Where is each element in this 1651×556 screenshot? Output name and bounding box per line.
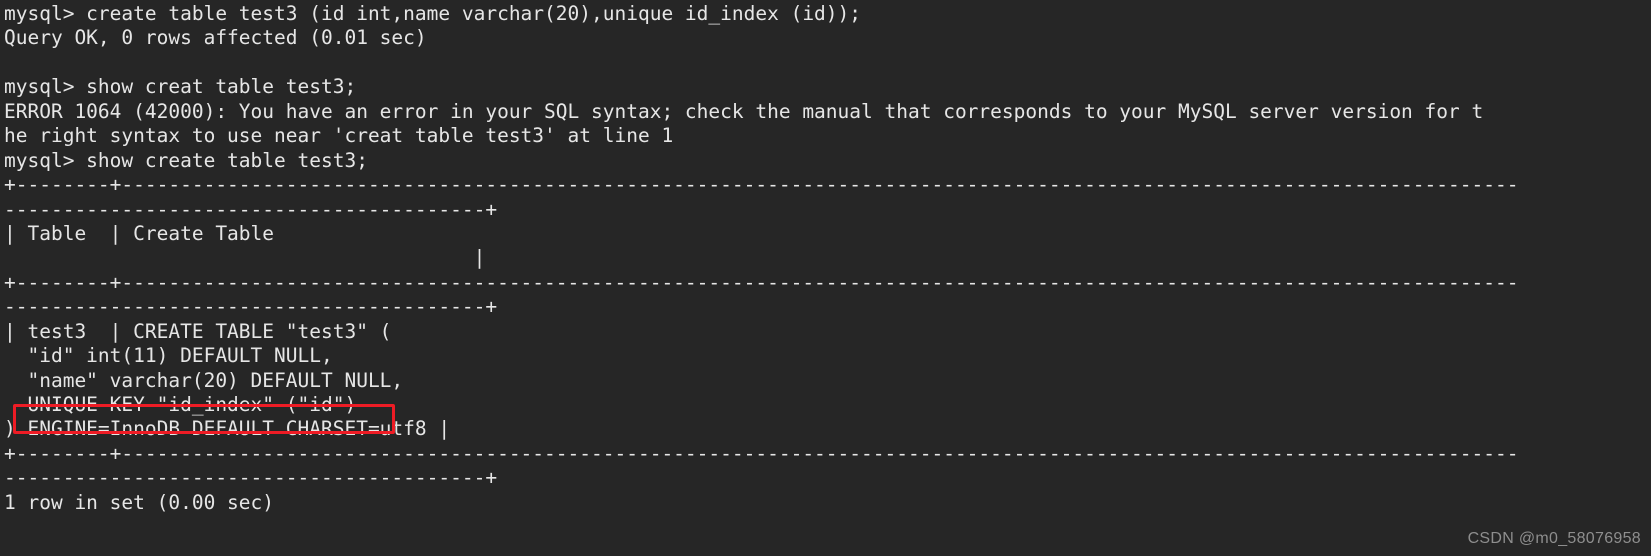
terminal-line: ----------------------------------------… (4, 466, 498, 490)
terminal-line: "id" int(11) DEFAULT NULL, (4, 344, 333, 368)
terminal-line: | (4, 246, 486, 270)
terminal-line: UNIQUE KEY "id_index" ("id") (4, 393, 357, 416)
terminal-line: ) ENGINE=InnoDB DEFAULT CHARSET=utf8 | (4, 417, 451, 441)
terminal-line: 1 row in set (0.00 sec) (4, 490, 275, 514)
terminal-output: mysql> create table test3 (id int,name v… (4, 2, 1651, 515)
terminal-line: "name" varchar(20) DEFAULT NULL, (4, 368, 404, 392)
terminal-line: ----------------------------------------… (4, 295, 498, 319)
terminal-line: +--------+------------------------------… (4, 173, 1519, 197)
terminal-line: | Table | Create Table (4, 221, 275, 245)
terminal-line: Query OK, 0 rows affected (0.01 sec) (4, 26, 427, 50)
terminal-line: ERROR 1064 (42000): You have an error in… (4, 99, 1484, 123)
terminal-line: mysql> show create table test3; (4, 148, 368, 172)
terminal-line: mysql> show creat table test3; (4, 75, 357, 99)
terminal-line: mysql> create table test3 (id int,name v… (4, 2, 862, 25)
terminal-line: +--------+------------------------------… (4, 441, 1519, 465)
terminal-line: | test3 | CREATE TABLE "test3" ( (4, 319, 392, 343)
terminal-line: +--------+------------------------------… (4, 270, 1519, 294)
terminal-window[interactable]: mysql> create table test3 (id int,name v… (0, 0, 1651, 556)
terminal-line: he right syntax to use near 'creat table… (4, 124, 674, 148)
csdn-watermark: CSDN @m0_58076958 (1467, 530, 1641, 547)
terminal-line: ----------------------------------------… (4, 197, 498, 221)
